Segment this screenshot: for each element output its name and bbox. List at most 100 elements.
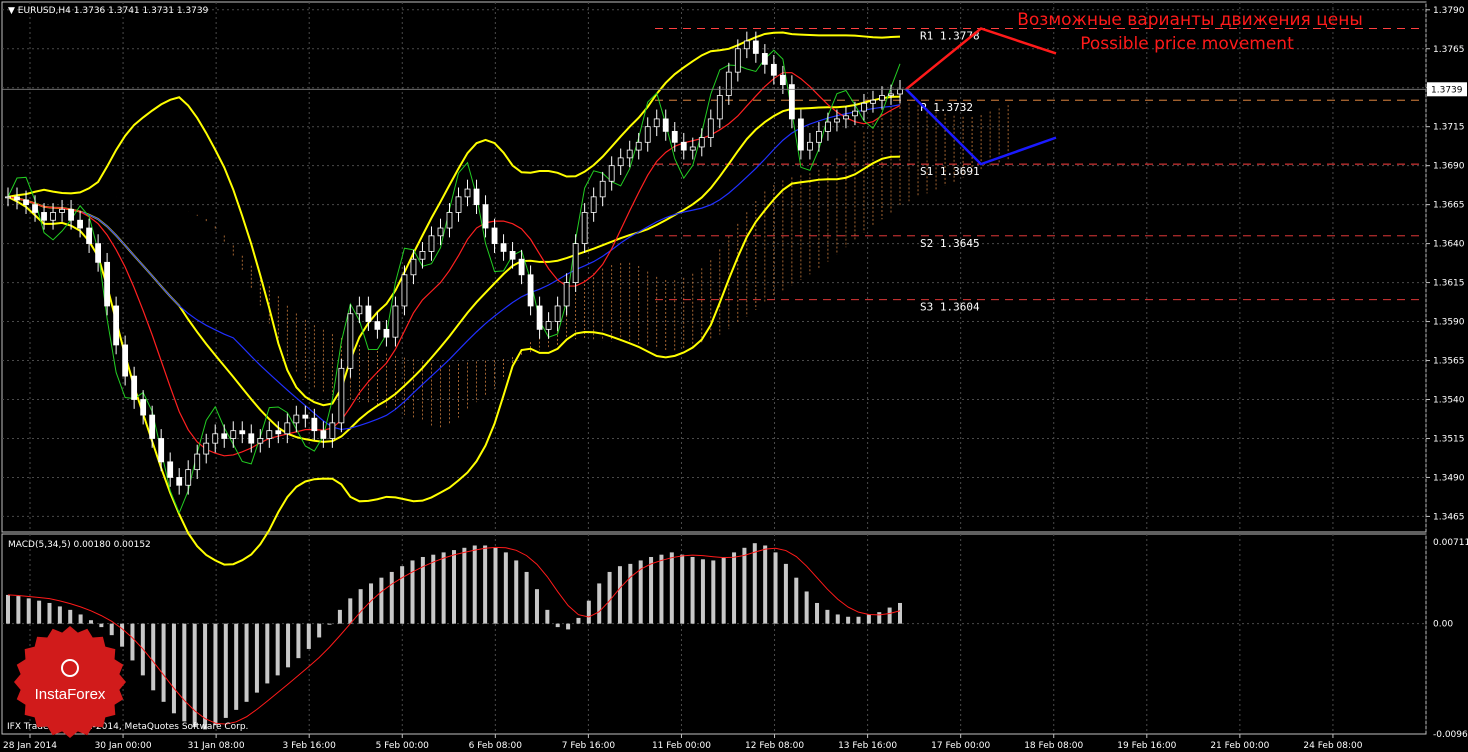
candle-body xyxy=(59,208,65,213)
macd-bar xyxy=(234,623,239,710)
price-tick-label: 1.3490 xyxy=(1433,473,1465,483)
pivot-label-s1: S1 1.3691 xyxy=(920,165,980,178)
candle-body xyxy=(761,53,768,65)
time-tick-label: 21 Feb 00:00 xyxy=(1210,741,1269,751)
candle-body xyxy=(32,204,38,213)
macd-bar xyxy=(794,577,799,624)
macd-bar xyxy=(6,594,10,624)
candle-body xyxy=(140,399,147,416)
candle-body xyxy=(113,305,120,346)
candle-body xyxy=(455,196,462,213)
macd-bar xyxy=(877,612,882,624)
macd-bar xyxy=(815,602,820,624)
candle-body xyxy=(230,430,237,439)
macd-bar xyxy=(752,543,757,624)
macd-bar xyxy=(617,566,622,624)
logo-text: InstaForex xyxy=(35,686,106,703)
macd-bar xyxy=(649,556,654,624)
candle-body xyxy=(617,157,624,167)
macd-bar xyxy=(483,545,488,624)
time-tick-label: 17 Feb 00:00 xyxy=(931,741,990,751)
macd-bar xyxy=(804,591,809,624)
macd-bar xyxy=(151,623,156,691)
macd-bar xyxy=(493,547,498,624)
candle-body xyxy=(788,84,795,120)
candle-body xyxy=(852,110,858,117)
candle-body xyxy=(365,305,372,322)
pivot-label-s2: S2 1.3645 xyxy=(920,237,980,250)
candle-body xyxy=(491,227,498,245)
candle-body xyxy=(527,274,534,307)
candle-body xyxy=(248,433,255,444)
annotation-ru: Возможные варианты движения цены xyxy=(1017,10,1363,30)
candle-body xyxy=(590,196,597,213)
candle-body xyxy=(843,115,849,120)
macd-bar xyxy=(711,560,716,624)
macd-bar xyxy=(742,547,747,624)
macd-bar xyxy=(182,623,187,722)
candle-body xyxy=(5,196,11,199)
macd-bar xyxy=(37,600,42,624)
macd-bar xyxy=(244,623,249,702)
macd-bar xyxy=(524,571,529,624)
candle-body xyxy=(806,141,813,151)
time-tick-label: 11 Feb 00:00 xyxy=(652,741,711,751)
candle-body xyxy=(23,199,29,206)
candle-body xyxy=(275,430,282,435)
candle-body xyxy=(167,461,174,478)
macd-bar xyxy=(866,614,871,624)
candle-body xyxy=(482,204,489,229)
candle-body xyxy=(816,130,822,143)
candle-body xyxy=(464,188,471,198)
macd-bar xyxy=(566,623,571,630)
candle-body xyxy=(203,442,210,455)
candle-body xyxy=(644,126,651,143)
chart-root: R1 1.3778P 1.3732S1 1.3691S2 1.3645S3 1.… xyxy=(1,1,1468,751)
macd-bar xyxy=(109,623,114,636)
candle-body xyxy=(770,63,777,76)
macd-bar xyxy=(586,600,591,624)
macd-bar xyxy=(26,598,31,624)
candle-body xyxy=(338,367,345,424)
candle-body xyxy=(689,146,696,151)
macd-bar xyxy=(462,547,467,624)
candle-body xyxy=(149,414,156,439)
macd-bar xyxy=(337,609,342,624)
macd-bar xyxy=(369,583,374,624)
candle-body xyxy=(41,212,47,221)
macd-bar xyxy=(78,614,83,624)
candle-body xyxy=(410,258,417,276)
macd-bar xyxy=(680,554,685,624)
macd-tick-label: 0.00711 xyxy=(1433,538,1468,548)
macd-bar xyxy=(358,589,363,624)
macd-bar xyxy=(203,623,208,730)
candle-body xyxy=(743,40,750,50)
macd-bar xyxy=(161,623,166,702)
candle-body xyxy=(122,344,129,377)
pivot-label-s3: S3 1.3604 xyxy=(920,301,980,314)
candle-body xyxy=(473,188,480,206)
candle-body xyxy=(752,40,759,54)
price-tick-label: 1.3690 xyxy=(1433,162,1465,172)
time-tick-label: 5 Feb 00:00 xyxy=(376,741,430,751)
macd-bar xyxy=(825,609,830,624)
macd-bar xyxy=(275,623,280,676)
macd-bar xyxy=(379,577,384,624)
macd-bar xyxy=(659,554,664,624)
candle-body xyxy=(662,118,669,132)
candle-body xyxy=(825,121,831,132)
macd-bar xyxy=(431,554,436,624)
macd-bar xyxy=(306,623,311,649)
time-tick-label: 24 Feb 08:00 xyxy=(1303,741,1362,751)
price-tick-label: 1.3790 xyxy=(1433,6,1465,16)
macd-bar xyxy=(452,550,456,624)
macd-bar xyxy=(597,583,602,624)
candle-body xyxy=(212,433,219,444)
candle-body xyxy=(698,137,705,148)
chart-header: ▼ EURUSD,H4 1.3736 1.3741 1.3731 1.3739 xyxy=(8,6,209,16)
time-tick-label: 7 Feb 16:00 xyxy=(562,741,616,751)
candle-body xyxy=(176,477,183,486)
candle-body xyxy=(86,227,92,245)
time-tick-label: 28 Jan 2014 xyxy=(3,741,57,751)
time-tick-label: 13 Feb 16:00 xyxy=(838,741,897,751)
